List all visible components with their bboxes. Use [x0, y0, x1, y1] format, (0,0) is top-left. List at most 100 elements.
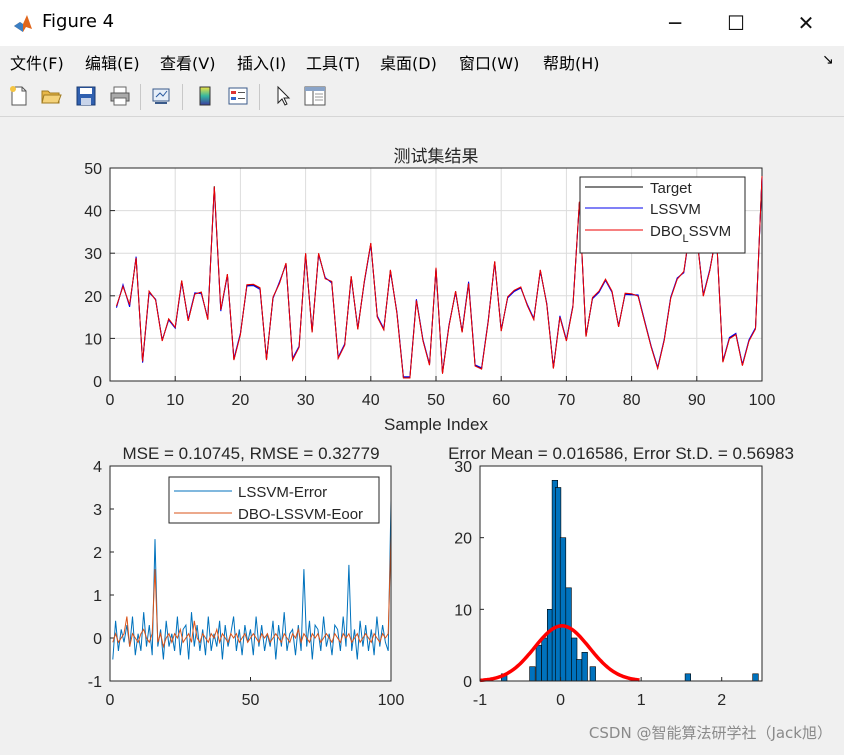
- chart-title-3: Error Mean = 0.016586, Error St.D. = 0.5…: [448, 444, 794, 463]
- save-icon: [76, 86, 96, 106]
- toolbar-separator: [140, 84, 141, 110]
- chart-title-2: MSE = 0.10745, RMSE = 0.32779: [122, 444, 379, 463]
- y-tick-label: 10: [84, 331, 102, 348]
- x-tick-label: 80: [623, 392, 641, 409]
- new-figure-icon: [10, 86, 27, 106]
- plot-area-3: [480, 466, 762, 681]
- histogram-bar: [541, 637, 548, 682]
- figure-canvas: 0 10 20 30 40 50 60 70 80 90 100 0 10 20 30 40 50 测试集结果 Sa…: [0, 117, 844, 751]
- y-tick-label: 30: [84, 246, 102, 263]
- x-tick-label: 50: [427, 392, 445, 409]
- y-tick-label: 0: [93, 374, 102, 391]
- chart-title-1: 测试集结果: [394, 147, 479, 166]
- histogram-bar: [559, 537, 567, 682]
- y-tick-label: 0: [463, 674, 472, 691]
- close-button[interactable]: ✕: [776, 0, 836, 46]
- figure-svg: 0 10 20 30 40 50 60 70 80 90 10001020304050测试集结果Sa…: [84, 147, 794, 709]
- menu-view[interactable]: 查看(V): [160, 50, 215, 74]
- histogram-bar: [529, 666, 536, 682]
- property-inspector-icon: [304, 86, 326, 106]
- toolbar-separator: [259, 84, 260, 110]
- x-tick-label: 0: [106, 392, 115, 409]
- y-tick-label: 0: [93, 631, 102, 648]
- x-tick-label: 100: [378, 692, 405, 709]
- toolbar: [0, 78, 844, 117]
- insert-colorbar-icon: [199, 86, 211, 106]
- x-tick-label: 90: [688, 392, 706, 409]
- x-tick-label: 40: [362, 392, 380, 409]
- legend-label-part: DBO: [650, 223, 683, 240]
- figure-window: Figure 4 ─ ☐ ✕ 文件(F) 编辑(E) 查看(V) 插入(I) 工…: [0, 0, 844, 751]
- menu-tools[interactable]: 工具(T): [306, 50, 360, 74]
- edit-plot-button[interactable]: [270, 82, 296, 110]
- window-title: Figure 4: [42, 11, 115, 32]
- insert-legend-icon: [228, 87, 248, 105]
- legend-label-part: SSVM: [689, 223, 732, 240]
- maximize-button[interactable]: ☐: [706, 0, 766, 46]
- property-inspector-button[interactable]: [302, 82, 328, 110]
- x-tick-label: 30: [297, 392, 315, 409]
- x-tick-label: 0: [106, 692, 115, 709]
- x-tick-label: 70: [558, 392, 576, 409]
- menu-window[interactable]: 窗口(W): [459, 50, 519, 74]
- x-tick-label: 20: [232, 392, 250, 409]
- open-file-icon: [41, 90, 62, 104]
- link-plot-button[interactable]: [148, 82, 174, 110]
- x-tick-label: 1: [637, 692, 646, 709]
- toolbar-separator: [182, 84, 183, 110]
- open-file-button[interactable]: [38, 82, 64, 110]
- new-figure-button[interactable]: [6, 82, 32, 110]
- x-tick-label: 100: [749, 392, 776, 409]
- menu-desktop[interactable]: 桌面(D): [380, 50, 437, 74]
- x-axis-label-1: Sample Index: [384, 415, 488, 434]
- print-button[interactable]: [107, 82, 133, 110]
- save-button[interactable]: [73, 82, 99, 110]
- watermark-text: CSDN @智能算法研学社（Jack旭）: [588, 724, 832, 742]
- y-tick-label: 20: [84, 289, 102, 306]
- y-tick-label: 20: [454, 531, 472, 548]
- histogram-bar: [581, 651, 588, 682]
- x-tick-label: 10: [166, 392, 184, 409]
- menu-help[interactable]: 帮助(H): [543, 50, 600, 74]
- menu-bar: 文件(F) 编辑(E) 查看(V) 插入(I) 工具(T) 桌面(D) 窗口(W…: [0, 46, 844, 76]
- legend-label-lssvm: LSSVM: [650, 201, 701, 218]
- histogram-bar: [684, 673, 691, 682]
- histogram-bar: [589, 666, 596, 682]
- y-tick-label: 50: [84, 161, 102, 178]
- histogram-bar: [565, 587, 572, 682]
- y-tick-label: 3: [93, 502, 102, 519]
- x-tick-label: 50: [242, 692, 260, 709]
- minimize-button[interactable]: ─: [645, 0, 705, 46]
- x-tick-label: 2: [717, 692, 726, 709]
- histogram-bar: [575, 659, 583, 682]
- minimize-icon: ─: [668, 11, 682, 35]
- edit-plot-arrow-icon: [277, 85, 291, 106]
- insert-legend-button[interactable]: [225, 82, 251, 110]
- matlab-logo-icon: [12, 12, 34, 34]
- y-tick-label: 40: [84, 204, 102, 221]
- y-tick-label: 10: [454, 602, 472, 619]
- y-tick-label: 2: [93, 545, 102, 562]
- legend-2: LSSVM-Error DBO-LSSVM-Eoor: [168, 476, 380, 524]
- menu-edit[interactable]: 编辑(E): [85, 50, 140, 74]
- y-tick-label: 4: [93, 459, 102, 476]
- menu-insert[interactable]: 插入(I): [237, 50, 286, 74]
- legend-label-dbo-lssvm-eoor: DBO-LSSVM-Eoor: [238, 506, 363, 523]
- insert-colorbar-button[interactable]: [192, 82, 218, 110]
- maximize-icon: ☐: [727, 11, 745, 35]
- histogram-bar: [752, 673, 759, 682]
- x-tick-label: 60: [492, 392, 510, 409]
- title-bar: Figure 4 ─ ☐ ✕: [0, 0, 844, 46]
- menu-overflow-icon[interactable]: ↘: [822, 52, 834, 68]
- x-tick-label: 0: [556, 692, 565, 709]
- legend-1: TargetLSSVMDBOLSSVM: [579, 176, 746, 254]
- legend-label-target: Target: [650, 180, 693, 197]
- close-icon: ✕: [797, 11, 815, 35]
- print-icon: [110, 86, 130, 106]
- x-tick-label: -1: [473, 692, 487, 709]
- histogram-bar: [535, 644, 542, 682]
- link-plot-icon: [152, 88, 170, 104]
- menu-file[interactable]: 文件(F): [10, 50, 64, 74]
- y-tick-label: 1: [93, 588, 102, 605]
- legend-label-lssvm-error: LSSVM-Error: [238, 484, 327, 501]
